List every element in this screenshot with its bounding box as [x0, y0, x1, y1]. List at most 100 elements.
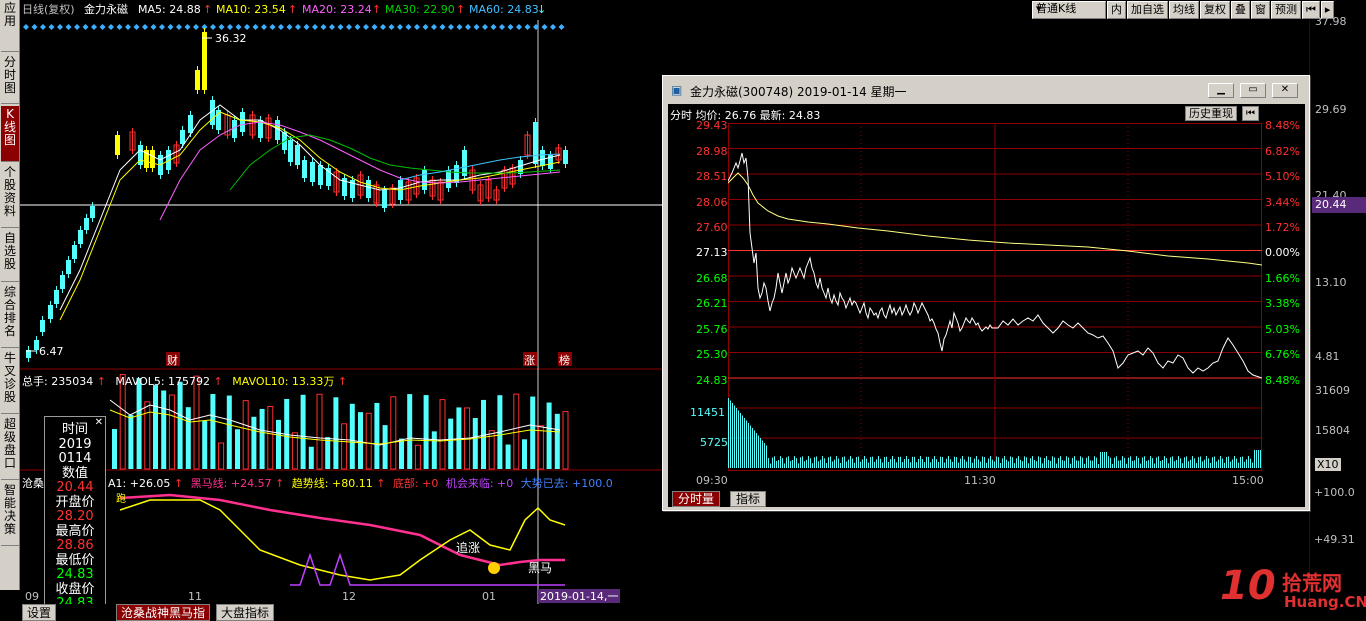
kline-type-select[interactable]: 普通K线 ▾: [1032, 1, 1106, 19]
info-value: 20.44: [56, 480, 94, 495]
mavol10-arrow: ↑: [337, 375, 348, 388]
overlay-button[interactable]: 叠: [1231, 1, 1250, 19]
a1-value: A1: +26.05: [108, 477, 171, 490]
tab-intraday-volume[interactable]: 分时量: [672, 491, 721, 507]
pct-7: 1.66%: [1265, 272, 1300, 285]
price-27-13: 27.13: [696, 246, 728, 259]
tab-indicator[interactable]: 指标: [730, 491, 767, 507]
date-tick-12: 12: [342, 590, 356, 603]
info-open: 28.20: [56, 509, 94, 524]
vtab-stock-info[interactable]: 个股资料: [1, 164, 19, 228]
kline-type-label: 普通K线: [1036, 2, 1077, 15]
adjust-button[interactable]: 复权: [1200, 1, 1230, 19]
marker-limit-up[interactable]: 涨: [524, 354, 535, 367]
chance-value: 机会来临: +0: [445, 477, 514, 490]
marker-list[interactable]: 榜: [559, 353, 570, 367]
heima-arrow: ↑: [275, 477, 285, 490]
replay-button[interactable]: 历史重现: [1185, 106, 1237, 121]
info-close-label: 收盘价: [55, 581, 95, 597]
pct-3: 5.10%: [1265, 170, 1300, 183]
period-label[interactable]: 日线(复权): [22, 0, 75, 20]
annotation-heima: 黑马: [528, 561, 552, 575]
high-label: 36.32: [215, 32, 247, 45]
info-low: 24.83: [56, 567, 94, 582]
price-26-68: 26.68: [696, 272, 728, 285]
app-icon: ▣: [671, 83, 683, 97]
data-info-box: ✕ 时间 2019 0114 数值 20.44 开盘价 28.20 最高价 28…: [44, 416, 106, 621]
tab-heima-indicator[interactable]: 沧桑战神黑马指: [116, 604, 211, 621]
bottom-tab-bar: 设置 沧桑战神黑马指 大盘指标: [20, 604, 1310, 621]
bottom-value: 底部: +0: [392, 477, 439, 490]
ma60-arrow: ↓: [537, 3, 547, 16]
time-tick-1500: 15:00: [1232, 474, 1264, 487]
price-tick-2: 29.69: [1315, 103, 1347, 116]
info-high-label: 最高价: [55, 523, 95, 539]
mavol5-arrow: ↑: [213, 375, 223, 388]
volume-scale[interactable]: X10: [1315, 458, 1341, 471]
intraday-chart: [728, 123, 1262, 471]
tab-settings[interactable]: 设置: [22, 604, 57, 621]
date-tick-09: 09: [25, 590, 39, 603]
tab-market-indicator[interactable]: 大盘指标: [216, 604, 275, 621]
price-tick-5: 4.81: [1315, 350, 1340, 363]
ma20-value: MA20: 23.24: [302, 3, 372, 16]
current-price-tag: 20.44: [1312, 197, 1366, 213]
ma10-value: MA10: 23.54: [216, 3, 286, 16]
minimize-icon[interactable]: ▁: [1208, 83, 1234, 98]
popup-title: 金力永磁(300748) 2019-01-14 星期一: [690, 85, 907, 99]
date-tick-11: 11: [188, 590, 202, 603]
watermark-logo: 10 拾荒网 Huang.CN: [1220, 563, 1366, 619]
price-28-98: 28.98: [696, 145, 728, 158]
vtab-kline[interactable]: K线图: [1, 106, 19, 162]
trend-arrow: ↑: [376, 477, 386, 490]
indicator-info: A1: +26.05 ↑ 黑马线: +24.57 ↑ 趋势线: +80.11 ↑…: [108, 475, 613, 491]
vtab-super-orderbook[interactable]: 超级盘口: [1, 416, 19, 480]
vtab-intraday[interactable]: 分时图: [1, 54, 19, 104]
popup-titlebar[interactable]: ▣ 金力永磁(300748) 2019-01-14 星期一 ▁ ▭ ✕: [666, 79, 1306, 101]
skip-back-icon[interactable]: ⏮: [1242, 106, 1259, 121]
ma-button[interactable]: 均线: [1169, 1, 1199, 19]
info-low-label: 最低价: [55, 552, 95, 568]
pct-9: 5.03%: [1265, 323, 1300, 336]
date-badge: 2019-01-14,一: [540, 590, 618, 603]
heima-value: 黑马线: +24.57: [190, 477, 272, 490]
ma30-value: MA30: 22.90: [385, 3, 455, 16]
intraday-popup[interactable]: ▣ 金力永磁(300748) 2019-01-14 星期一 ▁ ▭ ✕ 分时 均…: [662, 75, 1310, 511]
close-icon[interactable]: ✕: [1272, 83, 1298, 98]
trend-value: 趋势线: +80.11: [291, 477, 373, 490]
logo-ten: 10: [1220, 563, 1276, 609]
annotation-run: 跑: [116, 492, 126, 505]
vtab-ranking[interactable]: 综合排名: [1, 284, 19, 348]
pct-2: 6.82%: [1265, 145, 1300, 158]
price-27-60: 27.60: [696, 221, 728, 234]
forecast-button[interactable]: 预测: [1271, 1, 1301, 19]
inner-button[interactable]: 内: [1107, 1, 1126, 19]
popup-header: 分时 均价: 26.76 最新: 24.83: [670, 109, 821, 122]
price-25-76: 25.76: [696, 323, 728, 336]
marker-finance[interactable]: 财: [167, 353, 178, 367]
add-watchlist-button[interactable]: 加自选: [1127, 1, 1168, 19]
ma20-arrow: ↑: [372, 3, 382, 16]
replay-label: 历史重现: [1189, 107, 1233, 120]
candlesticks: [26, 28, 568, 362]
maximize-icon[interactable]: ▭: [1240, 83, 1266, 98]
ma5-value: MA5: 24.88: [138, 3, 201, 16]
popup-chart-area[interactable]: 分时 均价: 26.76 最新: 24.83 历史重现 ⏮ 29.43 28.9…: [668, 104, 1305, 490]
vtab-apps[interactable]: 应用: [1, 0, 19, 52]
close-icon[interactable]: ✕: [95, 417, 103, 428]
price-tick-1: 37.98: [1315, 15, 1347, 28]
window-button[interactable]: 窗: [1251, 1, 1270, 19]
low-label: 6.47: [39, 345, 64, 358]
total-arrow: ↑: [96, 375, 106, 388]
vtab-diagnosis[interactable]: 牛叉诊股: [1, 350, 19, 414]
annotation-chase: 追涨: [456, 540, 480, 555]
info-time-date: 0114: [58, 451, 92, 466]
logo-cn: 拾荒网: [1282, 571, 1342, 595]
price-28-51: 28.51: [696, 170, 728, 183]
vtab-smart-decision[interactable]: 智能决策: [1, 482, 19, 546]
price-tick-4: 13.10: [1315, 276, 1347, 289]
vtab-watchlist[interactable]: 自选股: [1, 230, 19, 282]
big-trend-value: 大势已去: +100.0: [520, 477, 613, 490]
pct-10: 6.76%: [1265, 348, 1300, 361]
pvol-tick-1: 11451: [690, 406, 725, 419]
